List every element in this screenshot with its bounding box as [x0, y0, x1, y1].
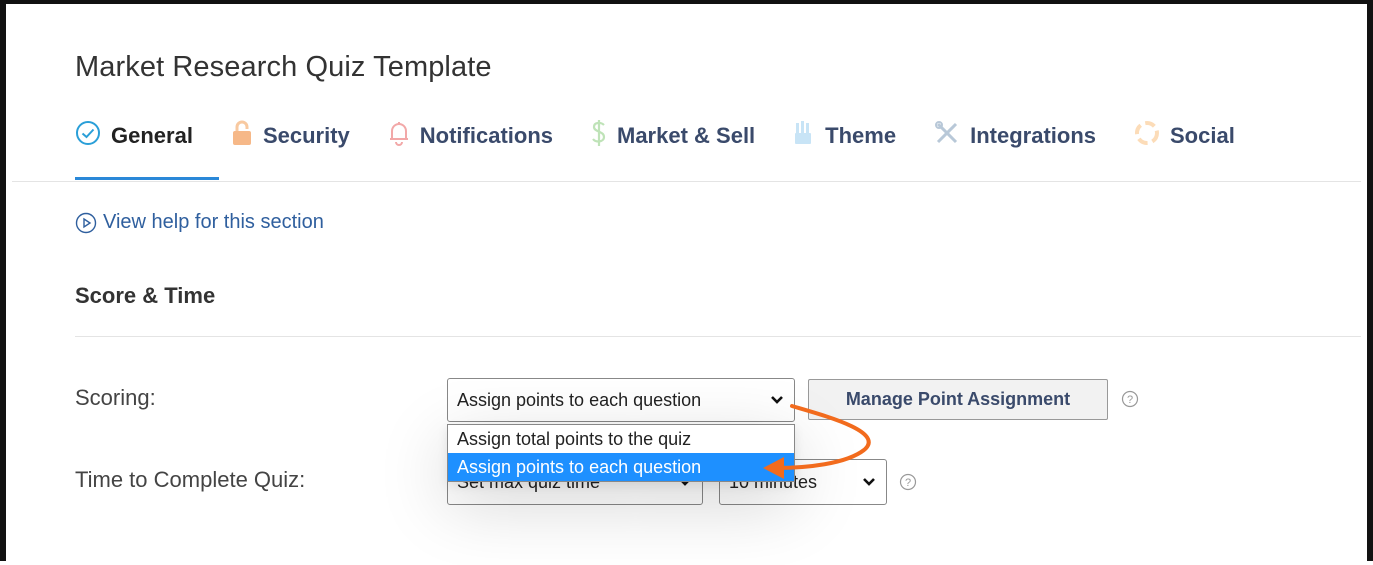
help-link[interactable]: View help for this section: [75, 211, 324, 234]
tab-label: Social: [1170, 123, 1235, 148]
tab-label: Market & Sell: [617, 123, 756, 148]
tabs-divider: [12, 181, 1361, 182]
bell-icon: [388, 120, 410, 152]
tab-notifications[interactable]: Notifications: [388, 120, 553, 152]
dollar-icon: [591, 118, 607, 154]
svg-text:?: ?: [905, 477, 911, 489]
tab-label: Notifications: [419, 123, 553, 148]
scoring-option-each-question[interactable]: Assign points to each question: [448, 453, 794, 481]
tab-theme[interactable]: Theme: [793, 120, 896, 152]
tab-label: Security: [262, 123, 350, 148]
settings-tabs: General Security Notifications Market & …: [75, 116, 1273, 156]
active-tab-indicator: [75, 177, 219, 180]
brush-icon: [793, 120, 815, 152]
question-circle-icon[interactable]: ?: [1121, 390, 1139, 408]
scoring-select[interactable]: Assign points to each question: [447, 378, 795, 422]
chevron-down-icon: [771, 396, 783, 404]
scoring-option-total[interactable]: Assign total points to the quiz: [448, 425, 794, 453]
tab-integrations[interactable]: Integrations: [934, 120, 1096, 152]
check-circle-icon: [75, 120, 101, 152]
app-frame: Market Research Quiz Template General Se…: [0, 0, 1373, 561]
share-icon: [1134, 120, 1160, 152]
tab-market-sell[interactable]: Market & Sell: [591, 118, 755, 154]
section-heading: Score & Time: [75, 283, 216, 308]
scoring-label: Scoring:: [75, 385, 156, 410]
tab-social[interactable]: Social: [1134, 120, 1235, 152]
tab-label: Integrations: [970, 123, 1096, 148]
chevron-down-icon: [863, 478, 875, 486]
scoring-dropdown-list: Assign total points to the quiz Assign p…: [447, 424, 795, 482]
scoring-select-value: Assign points to each question: [457, 389, 702, 410]
time-label: Time to Complete Quiz:: [75, 467, 306, 492]
question-circle-icon[interactable]: ?: [899, 473, 917, 491]
help-link-label: View help for this section: [103, 211, 324, 233]
lock-icon: [231, 119, 253, 153]
section-divider: [75, 336, 1361, 337]
manage-point-assignment-button[interactable]: Manage Point Assignment: [808, 379, 1108, 420]
page-title: Market Research Quiz Template: [75, 51, 492, 83]
play-circle-icon: [75, 212, 97, 233]
tab-security[interactable]: Security: [231, 119, 350, 153]
tools-icon: [934, 120, 960, 152]
tab-general[interactable]: General: [75, 120, 193, 152]
tab-label: Theme: [825, 123, 897, 148]
svg-text:?: ?: [1127, 394, 1133, 406]
tab-label: General: [111, 123, 193, 148]
